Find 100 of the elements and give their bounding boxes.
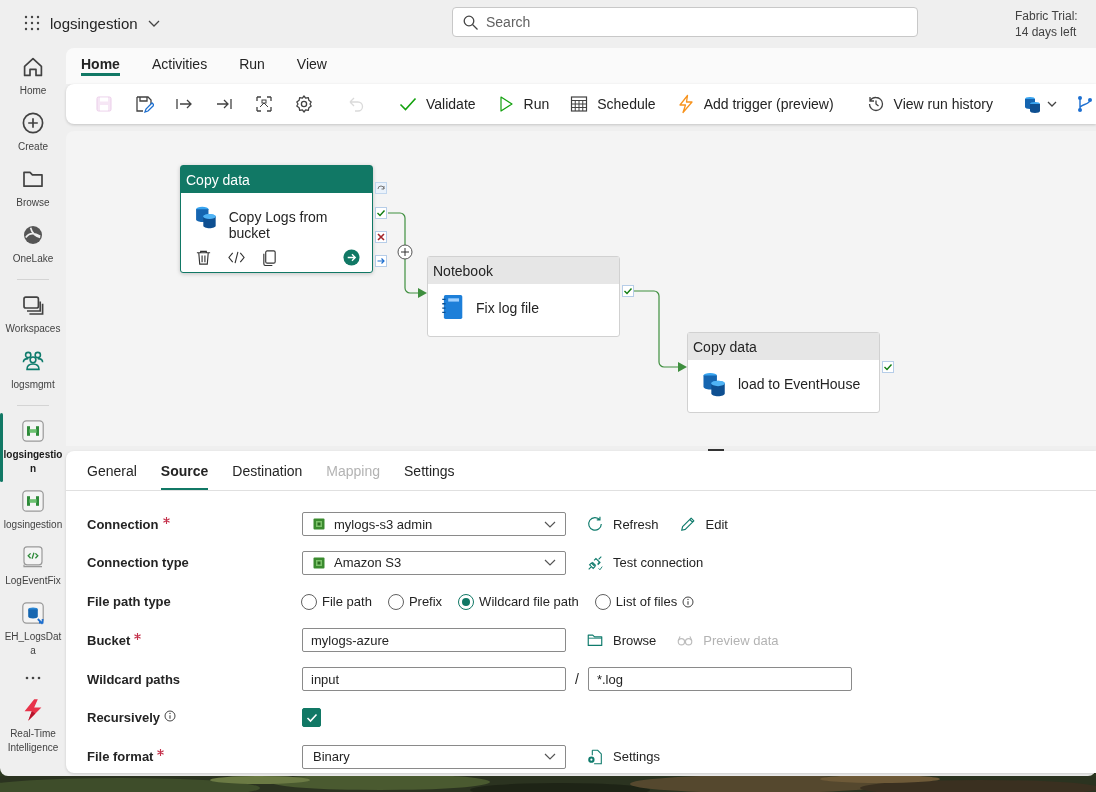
radio-option[interactable]: File path — [301, 593, 372, 610]
success-port-icon[interactable] — [882, 361, 894, 373]
toolbar-button[interactable]: Run — [489, 88, 556, 120]
trash-icon[interactable] — [195, 249, 212, 266]
workspace-title[interactable]: logsingestion — [50, 10, 160, 36]
activity-card[interactable]: Copy data Copy Logs from bucket — [180, 165, 373, 273]
trial-days: 14 days left — [1015, 24, 1078, 40]
database-icon — [1022, 94, 1043, 114]
code-icon[interactable] — [228, 249, 245, 266]
bucket-icon — [313, 518, 325, 530]
action-button[interactable]: Browse — [586, 631, 657, 650]
activity-card[interactable]: Notebook Fix log file — [427, 256, 620, 337]
trial-label: Fabric Trial: — [1015, 8, 1078, 24]
dropdown[interactable]: mylogs-s3 admin — [302, 512, 566, 536]
activity-name: load to EventHouse — [738, 375, 861, 392]
nav-item[interactable]: logsmgmt — [0, 349, 66, 392]
success-port-icon[interactable] — [622, 285, 634, 297]
nav-item[interactable]: OneLake — [0, 223, 66, 266]
arrow-circle-icon[interactable] — [343, 249, 360, 266]
nav-item[interactable]: EH_LogsData — [0, 601, 66, 658]
gear-icon — [294, 94, 314, 114]
toolbar-button[interactable]: Schedule — [563, 88, 662, 120]
activity-name: Copy Logs from bucket — [228, 208, 329, 241]
field-label: File path type — [87, 594, 171, 610]
search-icon — [463, 15, 478, 30]
nav-item[interactable]: logsingestion — [0, 489, 66, 532]
workspaces-icon — [21, 293, 45, 317]
nav-item[interactable]: LogEventFix — [0, 545, 66, 588]
field-label: Connection — [87, 516, 159, 532]
ribbon-tab[interactable]: View — [296, 48, 327, 76]
panel-tab[interactable]: General — [87, 463, 137, 490]
add-icon — [21, 111, 45, 135]
add-icon[interactable] — [397, 244, 413, 260]
action-button[interactable]: Settings — [586, 747, 660, 766]
input-field[interactable]: *.log — [587, 667, 852, 692]
radio-label: File path — [322, 594, 372, 610]
radio-label: Prefix — [408, 594, 443, 610]
pencil-icon — [678, 515, 697, 533]
search-field[interactable]: Search — [452, 7, 918, 37]
skip-port-icon[interactable] — [375, 182, 387, 194]
chevron-down-icon — [147, 19, 160, 27]
activity-type: Copy data — [688, 333, 879, 360]
caret-icon — [1046, 101, 1057, 107]
toolbar-button[interactable]: View run history — [859, 88, 999, 120]
panel-tab[interactable]: Settings — [404, 463, 455, 490]
nav-item[interactable]: Browse — [0, 167, 66, 210]
ribbon-tab[interactable]: Home — [81, 48, 120, 76]
action-button[interactable]: Edit — [678, 515, 728, 533]
resize-handle[interactable] — [708, 449, 724, 451]
title-text[interactable]: logsingestion — [50, 14, 138, 32]
file-gear-icon — [586, 747, 604, 766]
activity-type: Copy data — [181, 166, 372, 193]
toolbar-button[interactable]: Add trigger (preview) — [669, 88, 840, 120]
radio-option[interactable]: Wildcard file path — [458, 593, 579, 610]
app-launcher-icon[interactable] — [24, 15, 40, 31]
field-label: File format — [87, 749, 154, 765]
save-edit-icon — [134, 94, 154, 114]
pipeline-icon — [21, 489, 45, 513]
radio-option[interactable]: Prefix — [387, 593, 443, 610]
ribbon-tab[interactable]: Activities — [151, 48, 208, 76]
dropdown[interactable]: Amazon S3 — [302, 550, 566, 575]
calendar-icon — [569, 94, 590, 114]
toolbar-button[interactable]: Validate — [392, 88, 482, 120]
people-icon — [21, 349, 45, 373]
notebook-icon — [440, 294, 464, 320]
checkbox[interactable] — [302, 708, 321, 728]
field-label: Connection type — [87, 555, 189, 571]
action-button[interactable]: Refresh — [586, 515, 659, 533]
field-label: Bucket — [87, 632, 131, 648]
field-label: Recursively — [87, 710, 160, 726]
save-icon — [94, 94, 114, 114]
home-icon — [21, 55, 45, 79]
input-field[interactable]: input — [302, 667, 566, 692]
nav-item[interactable]: Home — [0, 55, 66, 98]
field-label: Wildcard paths — [87, 671, 181, 687]
completion-port-icon[interactable] — [375, 255, 387, 267]
activity-card[interactable]: Copy data load to EventHouse — [687, 332, 880, 413]
radio-option[interactable]: List of files — [594, 593, 695, 610]
path-separator: / — [575, 671, 579, 688]
nav-item[interactable]: logsingestion — [0, 413, 66, 482]
failure-port-icon[interactable] — [375, 231, 387, 243]
panel-tab[interactable]: Destination — [232, 463, 303, 490]
chevron-down-icon — [544, 753, 556, 761]
bucket-icon — [313, 556, 325, 569]
lake-icon — [21, 223, 45, 247]
nav-item[interactable]: Workspaces — [0, 293, 66, 336]
database-icon — [21, 601, 45, 625]
radio-label: Wildcard file path — [479, 594, 579, 610]
success-port-icon[interactable] — [375, 207, 387, 219]
nav-item[interactable]: Real-Time Intelligence — [0, 698, 66, 755]
copy-icon[interactable] — [261, 249, 278, 266]
nav-item[interactable]: Create — [0, 111, 66, 154]
ribbon-tab[interactable]: Run — [239, 48, 265, 76]
activity-name: Fix log file — [476, 299, 540, 316]
input-field[interactable]: mylogs-azure — [302, 628, 566, 653]
panel-tab[interactable]: Source — [160, 463, 209, 490]
dropdown[interactable]: Binary — [302, 744, 566, 769]
chevron-down-icon — [544, 520, 556, 528]
pipeline-icon — [21, 419, 45, 443]
action-button[interactable]: Test connection — [586, 553, 704, 572]
